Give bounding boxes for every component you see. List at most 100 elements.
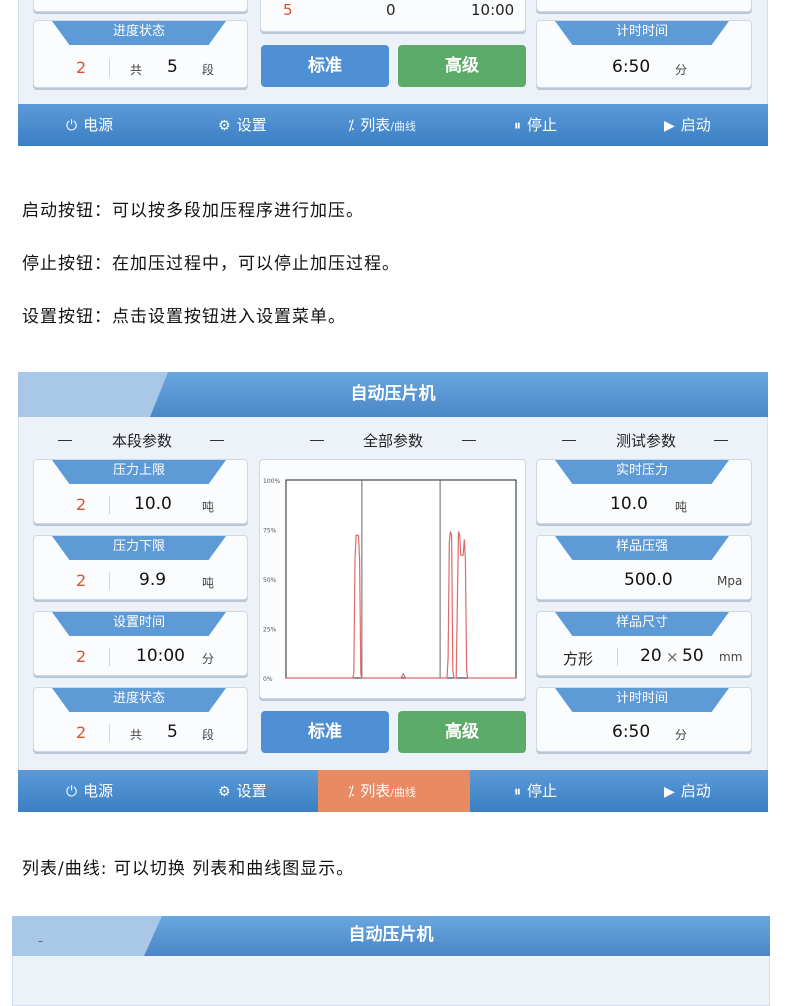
list-curve-button-active[interactable]: ⁒ 列表/曲线 [318,770,470,812]
stop-label: 停止 [527,116,558,134]
page-title: 自动压片机 [350,384,436,404]
progress-index: 2 [76,58,87,77]
bottom-header: 自动压片机 [12,916,770,956]
section-title-segment: 本段参数 [111,432,172,450]
progress-unit: 段 [202,728,215,742]
progress-total-prefix: 共 [130,63,143,77]
sample-pressure-value: 500.0 [624,570,673,590]
top-timer-card: 计时时间 6:50 分 [536,20,752,88]
start-label: 启动 [680,782,711,800]
power-label: 电源 [83,782,114,800]
power-icon: ⏻ [66,118,78,134]
play-icon: ▶ [664,118,675,134]
timer-value: 6:50 [612,57,651,77]
card-title-tab: 压力上限 [52,460,226,484]
settings-label: 设置 [236,782,267,800]
top-bottom-bar: ⏻ 电源 ⚙ 设置 ⁒ 列表/曲线 ⏸ 停止 ▶ 启动 [18,104,768,146]
sample-size-a: 20 [640,646,662,666]
pause-icon: ⏸ [514,118,521,134]
timer-card: 计时时间 6:50 分 [536,687,752,752]
page-title-bottom: 自动压片机 [348,925,434,945]
card-title-tab: 设置时间 [52,612,226,636]
curve-chart-card: 100% 75% 50% 25% 0% [259,459,526,699]
settings-label: 设置 [236,116,267,134]
card-title-tab: 计时时间 [555,688,729,712]
divider [109,572,110,590]
segment-index: 2 [76,571,87,590]
pressure-upper-unit: 吨 [202,500,215,514]
start-description: 启动按钮：可以按多段加压程序进行加压。 [22,201,364,221]
list-curve-button[interactable]: ⁒ 列表/曲线 [348,104,416,146]
power-button[interactable]: ⏻ 电源 [66,104,113,146]
top-center-partial-card: 5 0 10:00 [260,0,526,32]
sample-shape: 方形 [563,650,594,668]
settings-button[interactable]: ⚙ 设置 [218,104,267,146]
start-button[interactable]: ▶ 启动 [664,104,711,146]
y-tick-label: 50% [263,577,277,584]
divider [462,440,476,441]
pressure-upper-card[interactable]: 压力上限 2 10.0 吨 [33,459,248,524]
top-right-partial-card [536,0,752,12]
progress-total: 5 [167,57,178,77]
progress-total: 5 [167,722,178,742]
pressure-lower-value: 9.9 [139,570,167,590]
top-progress-card: 进度状态 2 共 5 段 [33,20,248,88]
main-header: 自动压片机 [18,372,768,417]
divider [562,440,576,441]
realtime-pressure-card: 实时压力 10.0 吨 [536,459,752,524]
stop-button[interactable]: ⏸ 停止 [514,104,557,146]
divider [109,59,110,77]
set-time-unit: 分 [202,652,215,666]
progress-unit: 段 [202,63,215,77]
card-title-tab: 进度状态 [52,688,226,712]
divider [109,724,110,742]
sample-pressure-card: 样品压强 500.0 Mpa [536,535,752,600]
top-left-partial-card [33,0,248,12]
partial-row-time: 10:00 [471,1,515,19]
standard-button[interactable]: 标准 [261,45,389,87]
y-tick-label: 0% [263,676,273,683]
stop-button[interactable]: ⏸ 停止 [514,770,557,812]
power-button[interactable]: ⏻ 电源 [66,770,113,812]
sample-size-card[interactable]: 样品尺寸 方形 20 × 50 mm [536,611,752,676]
gear-icon: ⚙ [218,784,231,800]
play-icon: ▶ [664,784,675,800]
start-label: 启动 [680,116,711,134]
timer-unit: 分 [675,63,688,77]
sample-size-b: 50 [682,646,704,666]
main-bottom-bar: ⏻ 电源 ⚙ 设置 ⁒ 列表/曲线 ⏸ 停止 ▶ 启动 [18,770,768,812]
start-button[interactable]: ▶ 启动 [664,770,711,812]
stop-description: 停止按钮：在加压过程中，可以停止加压过程。 [22,254,400,274]
gear-icon: ⚙ [218,118,231,134]
segment-index: 2 [76,723,87,742]
card-title-tab: 实时压力 [555,460,729,484]
advanced-button[interactable]: 高级 [398,711,526,753]
list-label: 列表 [360,116,391,134]
partial-row-index: 5 [283,1,293,19]
y-tick-label: 100% [263,478,280,485]
divider [210,440,224,441]
times-sign: × [666,648,679,666]
chart-plot-frame [285,479,517,679]
y-tick-label: 25% [263,627,277,634]
divider [109,496,110,514]
set-time-card[interactable]: 设置时间 2 10:00 分 [33,611,248,676]
section-title-all: 全部参数 [362,432,423,450]
divider [714,440,728,441]
timer-unit: 分 [675,728,688,742]
pressure-curve-chart: 100% 75% 50% 25% 0% [263,478,517,683]
standard-button[interactable]: 标准 [261,711,389,753]
timer-value: 6:50 [612,722,651,742]
card-title-tab: 压力下限 [52,536,226,560]
settings-button[interactable]: ⚙ 设置 [218,770,267,812]
card-title-tab: 计时时间 [555,21,729,45]
partial-dash-text: – [38,936,43,947]
card-title-tab: 样品尺寸 [555,612,729,636]
section-title-test: 测试参数 [615,432,676,450]
divider [617,648,618,666]
advanced-button[interactable]: 高级 [398,45,526,87]
divider [310,440,324,441]
power-icon: ⏻ [66,784,78,800]
realtime-pressure-unit: 吨 [675,500,688,514]
pressure-lower-card[interactable]: 压力下限 2 9.9 吨 [33,535,248,600]
